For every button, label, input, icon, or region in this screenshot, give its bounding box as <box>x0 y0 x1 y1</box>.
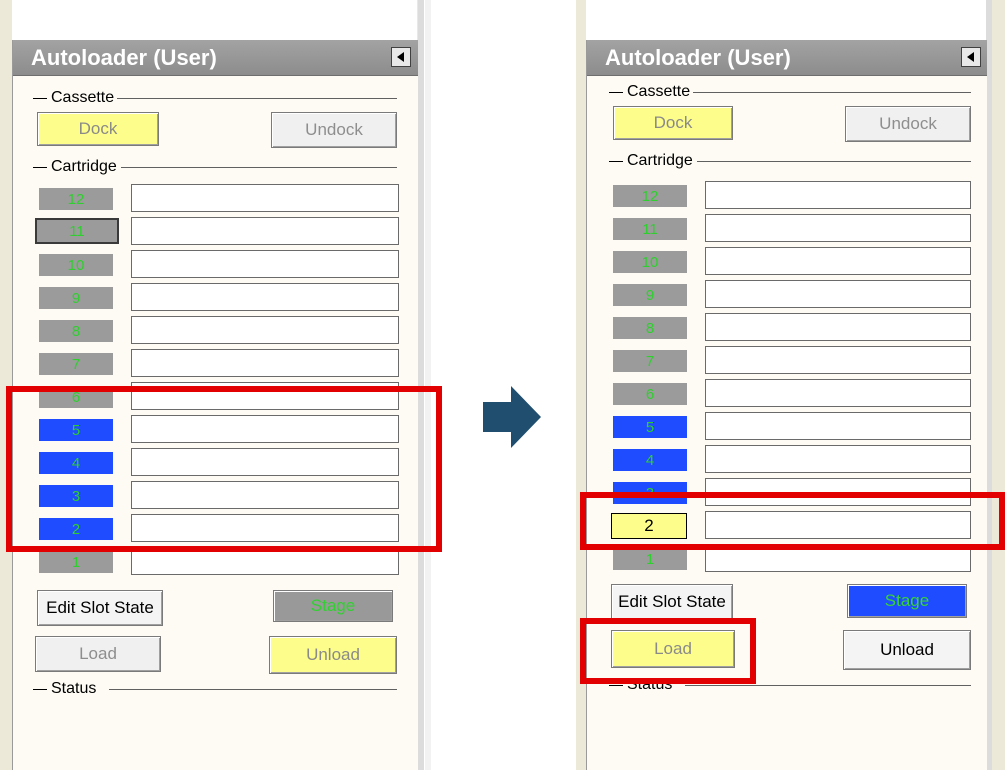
left-slots-highlight-box <box>6 386 442 552</box>
cassette-group-label: Cassette <box>33 89 114 107</box>
undock-button[interactable]: Undock <box>845 106 971 142</box>
collapse-icon[interactable] <box>961 47 981 67</box>
dock-button[interactable]: Dock <box>37 112 159 146</box>
slot-10[interactable]: 10 <box>613 251 687 273</box>
cassette-label-text: Cassette <box>627 83 691 100</box>
slot-4-field[interactable] <box>705 445 971 473</box>
slot-8[interactable]: 8 <box>39 320 113 342</box>
slot-10-field[interactable] <box>705 247 971 275</box>
right-slot-2-highlight-box <box>580 492 1005 550</box>
slot-6-field[interactable] <box>705 379 971 407</box>
cassette-label-text: Cassette <box>51 89 115 106</box>
slot-12[interactable]: 12 <box>613 185 687 207</box>
slot-8-field[interactable] <box>131 316 399 344</box>
slot-1[interactable]: 1 <box>613 548 687 570</box>
slot-10-field[interactable] <box>131 250 399 278</box>
cartridge-group-line <box>697 161 971 162</box>
slot-12[interactable]: 12 <box>39 188 113 210</box>
left-top-frame <box>12 0 417 41</box>
panel-title: Autoloader (User) <box>13 40 418 76</box>
cassette-group-line <box>693 92 971 93</box>
status-group-line <box>109 689 397 690</box>
dock-button[interactable]: Dock <box>613 106 733 140</box>
slot-5[interactable]: 5 <box>613 416 687 438</box>
slot-7[interactable]: 7 <box>613 350 687 372</box>
slot-6[interactable]: 6 <box>613 383 687 405</box>
edit-slot-state-button[interactable]: Edit Slot State <box>37 590 163 626</box>
cartridge-label-text: Cartridge <box>627 152 693 169</box>
slot-7-field[interactable] <box>705 346 971 374</box>
stage-button[interactable]: Stage <box>847 584 967 618</box>
slot-9[interactable]: 9 <box>39 287 113 309</box>
load-button[interactable]: Load <box>35 636 161 672</box>
slot-10[interactable]: 10 <box>39 254 113 276</box>
status-group-label: Status <box>33 680 96 698</box>
next-step-arrow-icon <box>483 386 541 448</box>
left-panel-divider <box>418 0 424 770</box>
status-group-line <box>685 685 971 686</box>
status-label-text: Status <box>51 680 97 697</box>
right-top-frame <box>586 0 986 41</box>
panel-title: Autoloader (User) <box>587 40 987 76</box>
right-load-highlight-box <box>580 618 756 684</box>
edit-slot-state-button[interactable]: Edit Slot State <box>611 584 733 620</box>
unload-button[interactable]: Unload <box>269 636 397 674</box>
cassette-group-line <box>117 98 397 99</box>
cartridge-group-label: Cartridge <box>33 158 117 176</box>
slot-7[interactable]: 7 <box>39 353 113 375</box>
cartridge-label-text: Cartridge <box>51 158 117 175</box>
left-panel-edge-strip <box>425 0 431 770</box>
slot-9-field[interactable] <box>705 280 971 308</box>
slot-4[interactable]: 4 <box>613 449 687 471</box>
stage-button[interactable]: Stage <box>273 590 393 622</box>
slot-8-field[interactable] <box>705 313 971 341</box>
slot-5-field[interactable] <box>705 412 971 440</box>
collapse-icon[interactable] <box>391 47 411 67</box>
slot-11[interactable]: 11 <box>35 218 119 244</box>
slot-9-field[interactable] <box>131 283 399 311</box>
slot-1[interactable]: 1 <box>39 551 113 573</box>
slot-12-field[interactable] <box>705 181 971 209</box>
slot-9[interactable]: 9 <box>613 284 687 306</box>
slot-11-field[interactable] <box>131 217 399 245</box>
cartridge-group-label: Cartridge <box>609 152 693 170</box>
slot-12-field[interactable] <box>131 184 399 212</box>
cartridge-group-line <box>121 167 397 168</box>
slot-11[interactable]: 11 <box>613 218 687 240</box>
unload-button[interactable]: Unload <box>843 630 971 670</box>
undock-button[interactable]: Undock <box>271 112 397 148</box>
slot-7-field[interactable] <box>131 349 399 377</box>
slot-8[interactable]: 8 <box>613 317 687 339</box>
slot-11-field[interactable] <box>705 214 971 242</box>
cassette-group-label: Cassette <box>609 83 690 101</box>
